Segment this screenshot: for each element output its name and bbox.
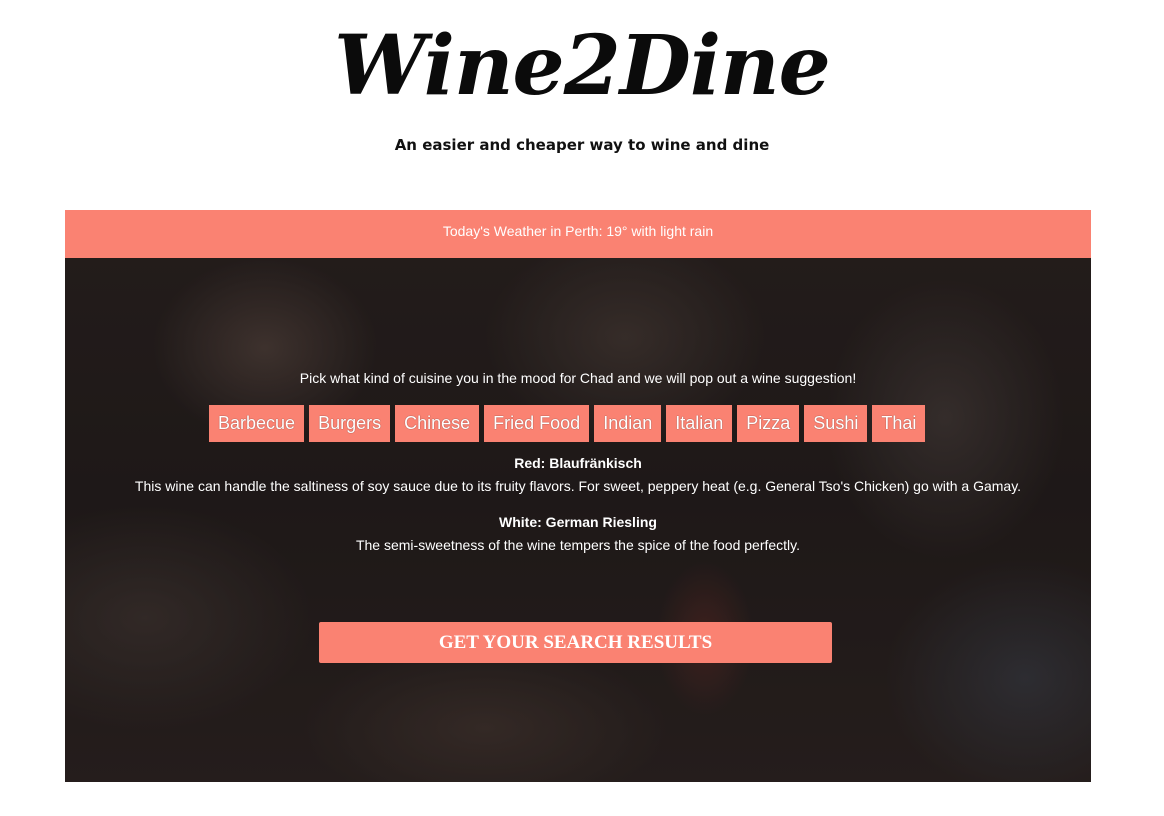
cuisine-button-burgers[interactable]: Burgers	[309, 405, 391, 442]
white-wine-description: The semi-sweetness of the wine tempers t…	[355, 537, 801, 553]
red-wine-title: Red: Blaufränkisch	[514, 455, 642, 471]
tagline: An easier and cheaper way to wine and di…	[394, 136, 770, 154]
cuisine-button-row: Barbecue Burgers Chinese Fried Food Indi…	[209, 405, 926, 442]
weather-banner: Today's Weather in Perth: 19° with light…	[65, 210, 1091, 258]
hero-section: Pick what kind of cuisine you in the moo…	[65, 258, 1091, 782]
main-panel: Today's Weather in Perth: 19° with light…	[65, 210, 1091, 782]
cuisine-button-thai[interactable]: Thai	[872, 405, 926, 442]
cuisine-prompt: Pick what kind of cuisine you in the moo…	[299, 370, 857, 386]
cuisine-button-chinese[interactable]: Chinese	[395, 405, 480, 442]
cuisine-button-sushi[interactable]: Sushi	[804, 405, 868, 442]
wine2dine-logo: Wine2Dine	[334, 18, 831, 114]
cuisine-button-italian[interactable]: Italian	[666, 405, 733, 442]
white-wine-title: White: German Riesling	[499, 514, 657, 530]
cuisine-button-indian[interactable]: Indian	[594, 405, 662, 442]
cuisine-button-fried-food[interactable]: Fried Food	[484, 405, 590, 442]
cuisine-button-barbecue[interactable]: Barbecue	[209, 405, 305, 442]
get-search-results-button[interactable]: GET YOUR SEARCH RESULTS	[319, 622, 832, 663]
cuisine-button-pizza[interactable]: Pizza	[737, 405, 800, 442]
red-wine-description: This wine can handle the saltiness of so…	[134, 478, 1022, 494]
